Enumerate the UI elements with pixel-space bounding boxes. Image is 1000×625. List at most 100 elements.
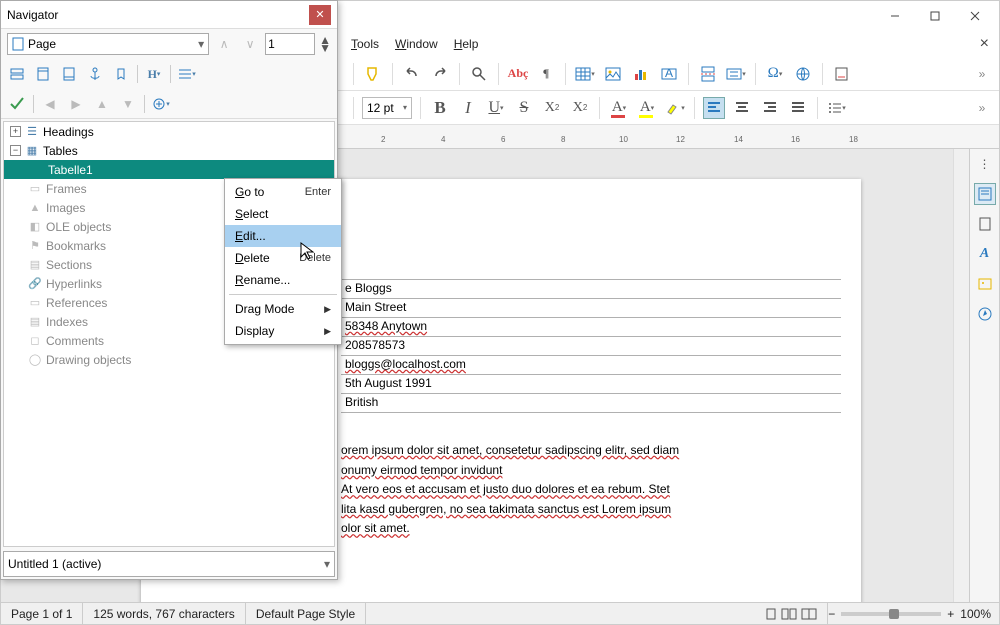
close-button[interactable] bbox=[955, 2, 995, 30]
font-color-icon[interactable]: A▾ bbox=[608, 97, 630, 119]
properties-deck-icon[interactable] bbox=[974, 183, 996, 205]
table-row[interactable]: 5th August 1991 bbox=[341, 375, 841, 394]
undo-icon[interactable] bbox=[401, 63, 423, 85]
insert-table-icon[interactable]: ▾ bbox=[574, 63, 596, 85]
footnote-icon[interactable] bbox=[831, 63, 853, 85]
superscript-icon[interactable]: X2 bbox=[541, 97, 563, 119]
zoom-in-icon[interactable]: + bbox=[947, 607, 954, 621]
align-center-icon[interactable] bbox=[731, 97, 753, 119]
nav-prev-icon[interactable]: ∧ bbox=[213, 33, 235, 55]
page-number-input[interactable] bbox=[265, 33, 315, 55]
navigator-document-combo[interactable]: Untitled 1 (active)▾ bbox=[3, 551, 335, 577]
context-delete[interactable]: DeleteDelete bbox=[225, 247, 341, 269]
table-row[interactable]: British bbox=[341, 394, 841, 413]
checkmark-icon[interactable] bbox=[7, 94, 27, 114]
table-row[interactable]: e Bloggs bbox=[341, 280, 841, 299]
align-right-icon[interactable] bbox=[759, 97, 781, 119]
zoom-slider[interactable] bbox=[841, 612, 941, 616]
gallery-deck-icon[interactable] bbox=[974, 273, 996, 295]
navigator-deck-icon[interactable] bbox=[974, 303, 996, 325]
table-row[interactable]: 58348 Anytown bbox=[341, 318, 841, 337]
body-paragraph[interactable]: orem ipsum dolor sit amet, consetetur sa… bbox=[341, 441, 841, 539]
page-break-icon[interactable] bbox=[697, 63, 719, 85]
menu-tools[interactable]: Tools bbox=[351, 37, 379, 51]
char-highlight-icon[interactable]: A▾ bbox=[636, 97, 658, 119]
insert-textbox-icon[interactable]: A bbox=[658, 63, 680, 85]
table-row[interactable]: bloggs@localhost.com bbox=[341, 356, 841, 375]
paint-format-icon[interactable] bbox=[362, 63, 384, 85]
tree-table-item-tabelle1[interactable]: Tabelle1 bbox=[4, 160, 334, 179]
drag-mode-icon[interactable]: ▾ bbox=[151, 94, 171, 114]
vertical-scrollbar[interactable] bbox=[953, 149, 969, 602]
footer-icon[interactable] bbox=[59, 64, 79, 84]
toolbar2-overflow-icon[interactable]: » bbox=[971, 97, 993, 119]
special-char-icon[interactable]: Ω▾ bbox=[764, 63, 786, 85]
navigator-icon-row-1: H▾ ▾ bbox=[1, 59, 337, 89]
bullet-list-icon[interactable]: ▾ bbox=[826, 97, 848, 119]
demote-right-icon: ▶ bbox=[66, 94, 86, 114]
minimize-button[interactable] bbox=[875, 2, 915, 30]
italic-icon[interactable]: I bbox=[457, 97, 479, 119]
context-drag-mode[interactable]: Drag Mode▶ bbox=[225, 298, 341, 320]
menu-window[interactable]: Window bbox=[395, 37, 438, 51]
context-display[interactable]: Display▶ bbox=[225, 320, 341, 342]
status-word-count[interactable]: 125 words, 767 characters bbox=[83, 603, 245, 624]
spellcheck-icon[interactable]: Abç bbox=[507, 63, 529, 85]
font-size-combo[interactable]: 12 pt▾ bbox=[362, 97, 412, 119]
reminder-icon[interactable] bbox=[111, 64, 131, 84]
styles-deck-icon[interactable]: A bbox=[974, 243, 996, 265]
page-deck-icon[interactable] bbox=[974, 213, 996, 235]
formatting-marks-icon[interactable]: ¶ bbox=[535, 63, 557, 85]
heading-level-icon[interactable]: H▾ bbox=[144, 64, 164, 84]
anchor-icon[interactable] bbox=[85, 64, 105, 84]
toolbar-overflow-icon[interactable]: » bbox=[971, 63, 993, 85]
close-document-icon[interactable]: × bbox=[980, 35, 989, 53]
insert-chart-icon[interactable] bbox=[630, 63, 652, 85]
menu-help[interactable]: Help bbox=[454, 37, 479, 51]
insert-image-icon[interactable] bbox=[602, 63, 624, 85]
tree-drawing-objects[interactable]: ◯Drawing objects bbox=[4, 350, 334, 369]
status-page-style[interactable]: Default Page Style bbox=[246, 603, 366, 624]
status-view-icons[interactable] bbox=[755, 603, 828, 624]
content-view-icon[interactable] bbox=[7, 64, 27, 84]
redo-icon[interactable] bbox=[429, 63, 451, 85]
zoom-control[interactable]: − + 100% bbox=[828, 607, 999, 621]
nav-next-icon[interactable]: ∨ bbox=[239, 33, 261, 55]
svg-text:A: A bbox=[665, 66, 673, 80]
context-select[interactable]: Select bbox=[225, 203, 341, 225]
context-rename[interactable]: Rename... bbox=[225, 269, 341, 291]
context-goto[interactable]: Go toEnter bbox=[225, 181, 341, 203]
align-left-icon[interactable] bbox=[703, 97, 725, 119]
status-page[interactable]: Page 1 of 1 bbox=[1, 603, 83, 624]
maximize-button[interactable] bbox=[915, 2, 955, 30]
zoom-out-icon[interactable]: − bbox=[828, 607, 835, 621]
highlighter-icon[interactable]: ▾ bbox=[664, 97, 686, 119]
sidebar-menu-icon[interactable]: ⋮ bbox=[974, 153, 996, 175]
underline-icon[interactable]: U▾ bbox=[485, 97, 507, 119]
book-view-icon[interactable] bbox=[801, 608, 817, 620]
zoom-percent[interactable]: 100% bbox=[960, 607, 991, 621]
insert-field-icon[interactable]: ▾ bbox=[725, 63, 747, 85]
list-box-icon[interactable]: ▾ bbox=[177, 64, 197, 84]
single-page-icon[interactable] bbox=[765, 608, 777, 620]
hyperlink-icon[interactable] bbox=[792, 63, 814, 85]
bold-icon[interactable]: B bbox=[429, 97, 451, 119]
tree-tables[interactable]: −▦Tables bbox=[4, 141, 334, 160]
strikethrough-icon[interactable]: S bbox=[513, 97, 535, 119]
table-row[interactable]: 208578573 bbox=[341, 337, 841, 356]
tree-headings[interactable]: +☰Headings bbox=[4, 122, 334, 141]
header-icon[interactable] bbox=[33, 64, 53, 84]
context-menu: Go toEnter Select Edit... DeleteDelete R… bbox=[224, 178, 342, 345]
navigate-by-combo[interactable]: Page ▾ bbox=[7, 33, 209, 55]
table-row[interactable]: Main Street bbox=[341, 299, 841, 318]
subscript-icon[interactable]: X2 bbox=[569, 97, 591, 119]
navigator-titlebar[interactable]: Navigator ✕ bbox=[1, 1, 337, 29]
align-justify-icon[interactable] bbox=[787, 97, 809, 119]
move-up-icon: ▲ bbox=[92, 94, 112, 114]
find-icon[interactable] bbox=[468, 63, 490, 85]
navigator-close-button[interactable]: ✕ bbox=[309, 5, 331, 25]
context-edit[interactable]: Edit... bbox=[225, 225, 341, 247]
page-icon bbox=[12, 37, 24, 51]
multi-page-icon[interactable] bbox=[781, 608, 797, 620]
table-tabelle1[interactable]: e Bloggs Main Street 58348 Anytown 20857… bbox=[341, 279, 841, 413]
